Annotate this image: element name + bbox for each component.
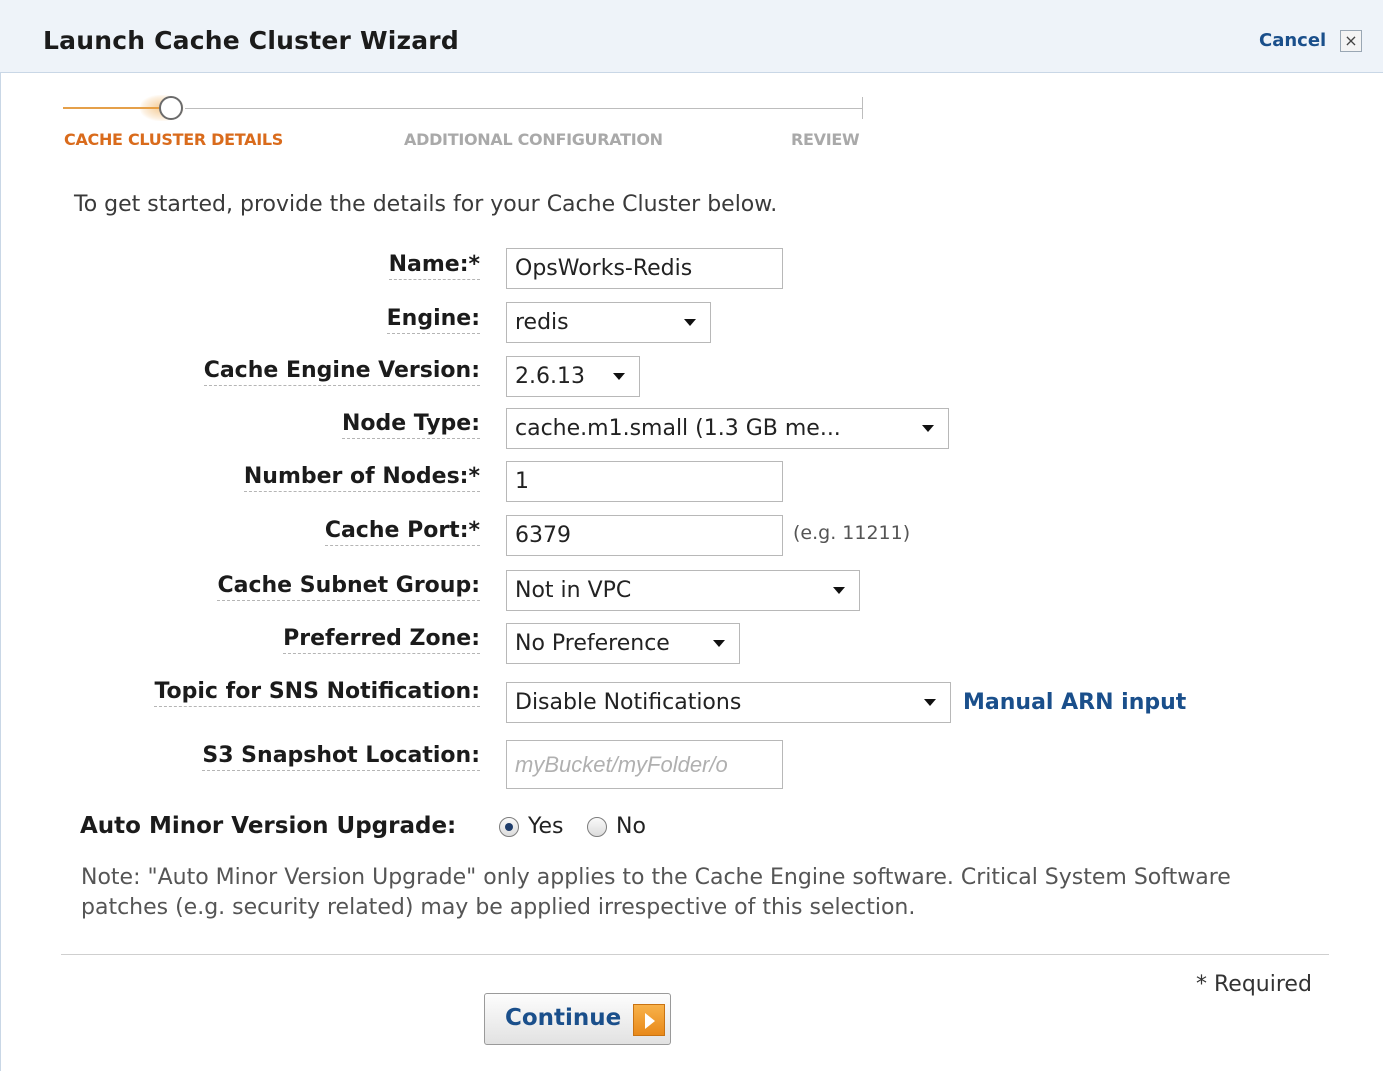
chevron-down-icon [613,373,625,380]
preferred-zone-select[interactable]: No Preference [506,623,740,664]
subnet-group-select[interactable]: Not in VPC [506,570,860,611]
required-note: * Required [1196,972,1312,997]
s3-snapshot-input[interactable]: myBucket/myFolder/o [506,740,783,789]
node-type-label: Node Type: [341,411,480,439]
auto-minor-note: Note: "Auto Minor Version Upgrade" only … [81,865,1231,920]
engine-label: Engine: [386,306,480,334]
engine-select-value: redis [515,310,569,335]
num-nodes-input[interactable]: 1 [506,461,783,502]
engine-version-select[interactable]: 2.6.13 [506,356,640,397]
continue-button-label: Continue [505,1005,622,1031]
footer-divider [61,954,1329,955]
play-arrow-icon [633,1004,665,1036]
sns-topic-select[interactable]: Disable Notifications [506,682,951,723]
wizard-title: Launch Cache Cluster Wizard [43,26,459,55]
auto-minor-yes-label[interactable]: Yes [528,814,564,839]
cancel-link[interactable]: Cancel [1259,30,1326,51]
subnet-group-label: Cache Subnet Group: [217,573,480,601]
sns-topic-label: Topic for SNS Notification: [154,679,480,707]
left-border [0,72,1,1071]
num-nodes-label: Number of Nodes:* [243,464,480,492]
chevron-down-icon [924,699,936,706]
engine-select[interactable]: redis [506,302,711,343]
intro-text: To get started, provide the details for … [74,192,778,217]
chevron-down-icon [922,425,934,432]
engine-version-value: 2.6.13 [515,364,585,389]
chevron-down-icon [833,587,845,594]
name-input[interactable]: OpsWorks-Redis [506,248,783,289]
node-type-value: cache.m1.small (1.3 GB me... [515,416,841,441]
continue-button[interactable]: Continue [484,993,671,1045]
engine-version-label: Cache Engine Version: [203,358,480,386]
progress-line-remaining [185,108,863,109]
preferred-zone-value: No Preference [515,631,670,656]
auto-minor-yes-radio[interactable] [499,817,519,837]
s3-snapshot-label: S3 Snapshot Location: [202,743,480,771]
auto-minor-no-label[interactable]: No [616,814,646,839]
auto-minor-no-radio[interactable] [587,817,607,837]
node-type-select[interactable]: cache.m1.small (1.3 GB me... [506,408,949,449]
wizard-title-bar: Launch Cache Cluster Wizard Cancel × [0,0,1383,73]
manual-arn-input-link[interactable]: Manual ARN input [963,690,1186,715]
cache-port-input[interactable]: 6379 [506,515,783,556]
cache-port-label: Cache Port:* [324,518,480,546]
chevron-down-icon [684,319,696,326]
cache-port-hint: (e.g. 11211) [793,522,911,544]
step-cache-cluster-details: CACHE CLUSTER DETAILS [64,130,284,149]
step-review: REVIEW [791,130,860,149]
chevron-down-icon [713,640,725,647]
subnet-group-value: Not in VPC [515,578,632,603]
name-label: Name:* [388,252,480,280]
sns-topic-value: Disable Notifications [515,690,742,715]
progress-current-step-icon [159,96,183,120]
progress-end-marker [862,97,863,119]
auto-minor-upgrade-label: Auto Minor Version Upgrade: [80,813,457,839]
step-additional-configuration: ADDITIONAL CONFIGURATION [404,130,663,149]
close-icon[interactable]: × [1340,30,1362,52]
preferred-zone-label: Preferred Zone: [283,626,480,654]
